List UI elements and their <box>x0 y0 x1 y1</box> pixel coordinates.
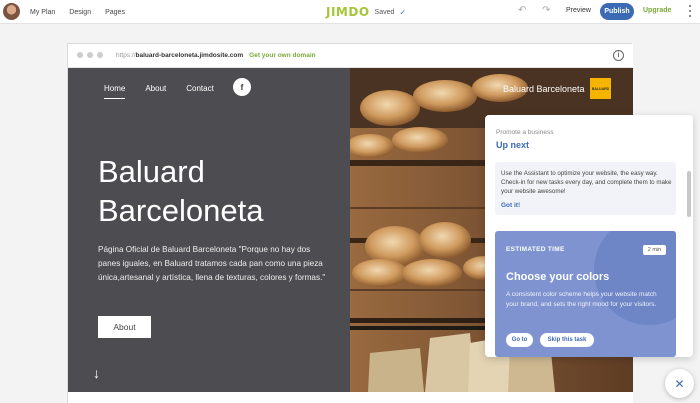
url-prefix: https:// <box>116 52 136 59</box>
go-to-button[interactable]: Go to <box>506 333 533 347</box>
saved-status: Saved <box>374 8 395 16</box>
info-icon[interactable]: i <box>613 50 624 61</box>
jimdo-logo-group: JIMDO Saved ✓ <box>326 4 406 20</box>
content-below-hero <box>68 392 633 403</box>
site-url: https://baluard-barceloneta.jimdosite.co… <box>116 52 316 59</box>
publish-button[interactable]: Publish <box>600 3 634 20</box>
brand-logo[interactable]: BALUARD <box>590 78 611 99</box>
url-host: baluard-barceloneta.jimdosite.com <box>135 52 244 59</box>
close-assistant-icon[interactable]: ✕ <box>665 369 694 398</box>
estimated-time-label: ESTIMATED TIME <box>506 246 565 253</box>
url-bar: https://baluard-barceloneta.jimdosite.co… <box>68 44 633 68</box>
upgrade-button[interactable]: Upgrade <box>643 7 671 14</box>
editor-nav: My Plan Design Pages <box>30 0 125 24</box>
more-menu-icon[interactable] <box>688 5 692 17</box>
task-card: ESTIMATED TIME 2 min Choose your colors … <box>495 231 676 357</box>
window-dots-icon <box>77 52 103 58</box>
nav-design[interactable]: Design <box>69 9 91 16</box>
user-avatar[interactable] <box>3 3 20 20</box>
site-title[interactable]: Baluard Barceloneta <box>98 152 338 230</box>
redo-icon[interactable]: ↷ <box>542 5 550 16</box>
assistant-tip-text: Use the Assistant to optimize your websi… <box>501 170 672 195</box>
nav-pages[interactable]: Pages <box>105 9 125 16</box>
site-nav-about[interactable]: About <box>145 84 166 99</box>
site-title-line2: Barceloneta <box>98 193 264 228</box>
site-navigation: Home About Contact <box>104 84 214 99</box>
panel-scrollbar[interactable] <box>687 171 691 217</box>
assistant-title: Up next <box>496 140 530 150</box>
about-button[interactable]: About <box>98 316 151 338</box>
site-nav-home[interactable]: Home <box>104 84 126 99</box>
nav-my-plan[interactable]: My Plan <box>30 9 55 16</box>
assistant-panel: Promote a business Up next Use the Assis… <box>485 115 693 357</box>
task-description: A consistent color scheme helps your web… <box>506 291 657 308</box>
scroll-down-arrow-icon[interactable]: ↓ <box>93 365 100 381</box>
site-title-line1: Baluard <box>98 154 205 189</box>
got-it-link[interactable]: Got it! <box>501 202 520 209</box>
time-badge: 2 min <box>643 245 666 255</box>
preview-button[interactable]: Preview <box>566 7 591 14</box>
hero-text-section: Home About Contact f Baluard Barceloneta… <box>68 68 350 392</box>
jimdo-logo: JIMDO <box>326 5 370 19</box>
site-nav-contact[interactable]: Contact <box>186 84 214 99</box>
task-title: Choose your colors <box>506 271 610 283</box>
skip-task-button[interactable]: Skip this task <box>540 333 594 347</box>
editor-toolbar: My Plan Design Pages JIMDO Saved ✓ ↶ ↷ P… <box>0 0 700 24</box>
check-icon: ✓ <box>399 7 407 17</box>
assistant-kicker: Promote a business <box>496 129 554 136</box>
assistant-tip-card: Use the Assistant to optimize your websi… <box>495 162 676 215</box>
brand-name: Baluard Barceloneta <box>503 84 585 94</box>
site-description[interactable]: Página Oficial de Baluard Barceloneta "P… <box>98 243 328 285</box>
get-domain-link[interactable]: Get your own domain <box>249 52 315 59</box>
facebook-icon[interactable]: f <box>233 78 251 96</box>
undo-icon[interactable]: ↶ <box>518 5 526 16</box>
